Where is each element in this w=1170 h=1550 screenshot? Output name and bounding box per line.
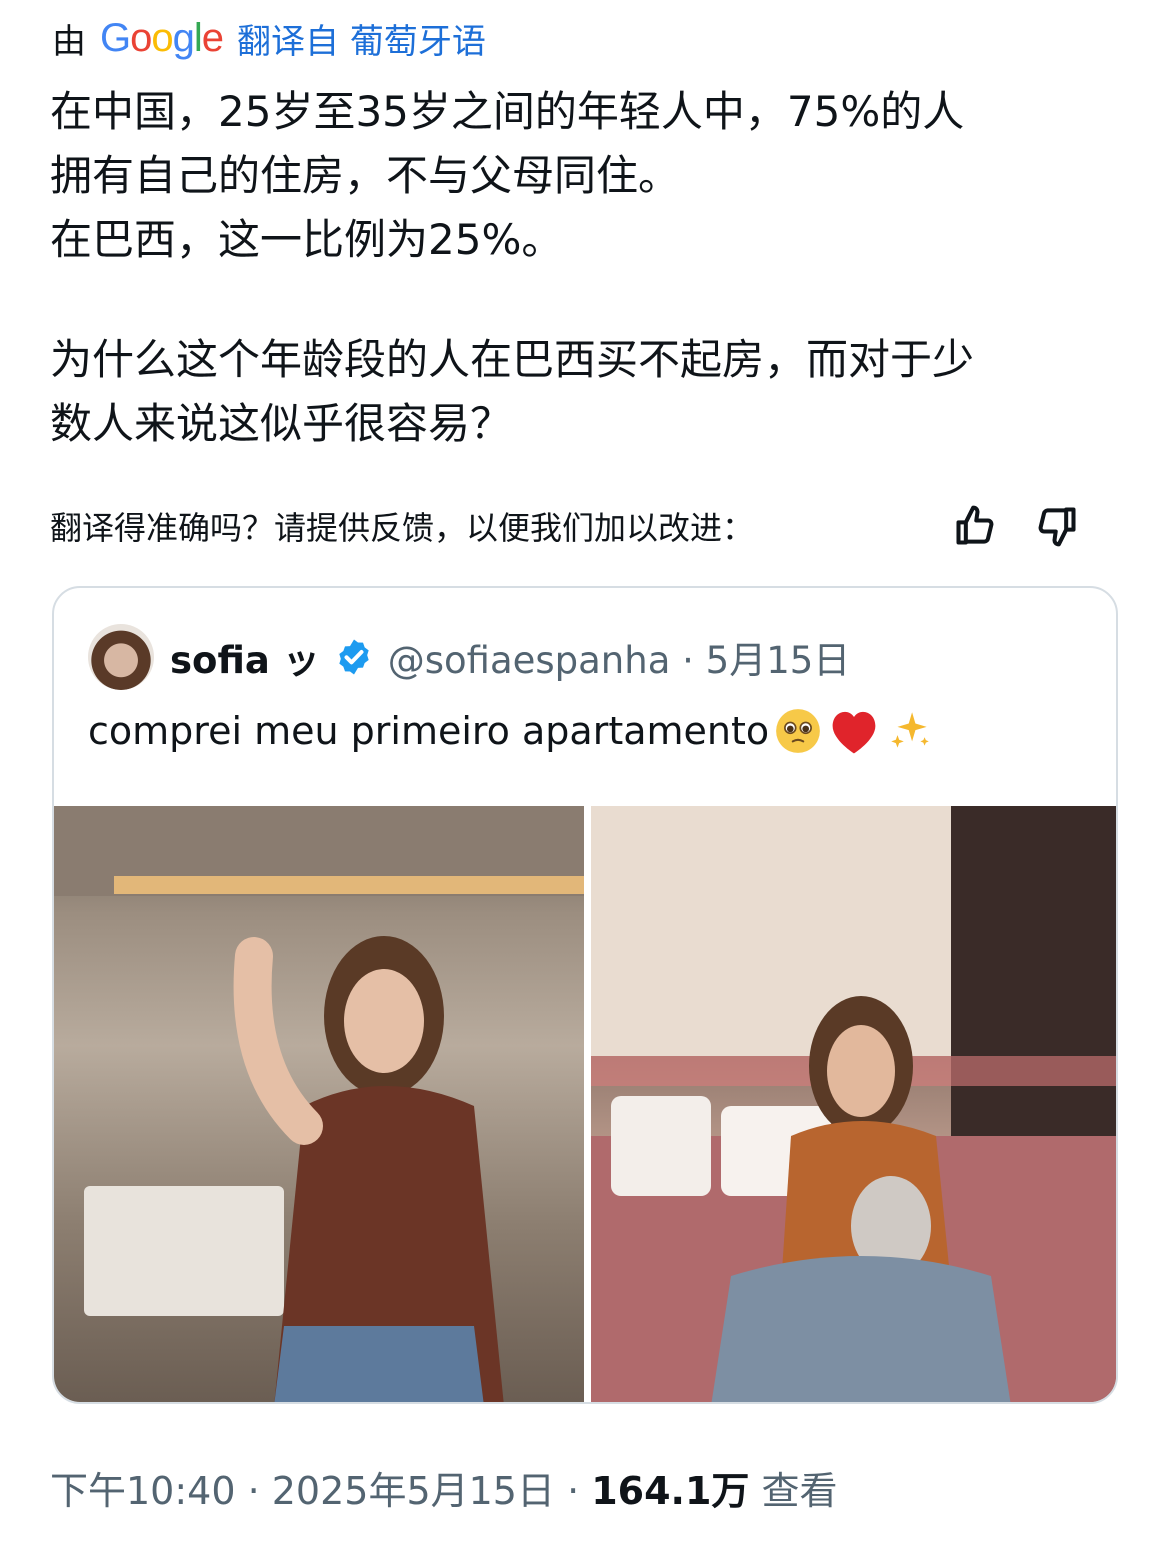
translation-feedback: 翻译得准确吗？请提供反馈，以便我们加以改进：	[50, 503, 1080, 549]
thumbs-up-icon[interactable]	[952, 503, 998, 549]
google-logo: Google	[100, 16, 224, 60]
quoted-post-card[interactable]: sofia ッ @sofiaespanha · 5月15日 comprei me…	[52, 586, 1118, 1404]
post-photo-left[interactable]	[54, 806, 584, 1402]
translation-prefix: 由	[52, 22, 86, 62]
thumbs-down-icon[interactable]	[1034, 503, 1080, 549]
quoted-post-body: comprei meu primeiro apartamento	[88, 709, 770, 753]
text-line: 为什么这个年龄段的人在巴西买不起房，而对于少	[50, 335, 975, 384]
translated-from-link[interactable]: 翻译自 葡萄牙语	[237, 14, 486, 63]
quoted-post-text: comprei meu primeiro apartamento	[88, 706, 935, 756]
verified-badge-icon	[334, 637, 374, 677]
views-label: 查看	[761, 1469, 838, 1513]
sparkles-icon	[885, 706, 935, 756]
views-count: 164.1万	[591, 1469, 750, 1513]
post-photo-right[interactable]	[591, 806, 1116, 1402]
post-timestamp[interactable]: 下午10:40 · 2025年5月15日 ·	[50, 1460, 591, 1515]
author-name[interactable]: sofia ッ	[170, 630, 320, 684]
avatar[interactable]	[88, 624, 154, 690]
text-line: 在中国，25岁至35岁之间的年轻人中，75%的人	[50, 87, 965, 136]
text-line: 在巴西，这一比例为25%。	[50, 215, 564, 264]
text-line: 数人来说这似乎很容易？	[50, 399, 513, 448]
quoted-post-header: sofia ッ @sofiaespanha · 5月15日	[88, 622, 850, 692]
feedback-label: 翻译得准确吗？请提供反馈，以便我们加以改进：	[50, 509, 755, 547]
red-heart-icon	[827, 706, 881, 756]
translated-post-text: 在中国，25岁至35岁之间的年轻人中，75%的人 拥有自己的住房，不与父母同住。…	[50, 80, 1130, 456]
post-meta: 下午10:40 · 2025年5月15日 · 164.1万 查看	[50, 1460, 837, 1515]
pleading-face-icon	[773, 706, 823, 756]
translation-attribution: 由 Google 翻译自 葡萄牙语	[52, 14, 486, 63]
author-handle-date: @sofiaespanha · 5月15日	[387, 639, 851, 682]
text-line: 拥有自己的住房，不与父母同住。	[50, 151, 681, 200]
